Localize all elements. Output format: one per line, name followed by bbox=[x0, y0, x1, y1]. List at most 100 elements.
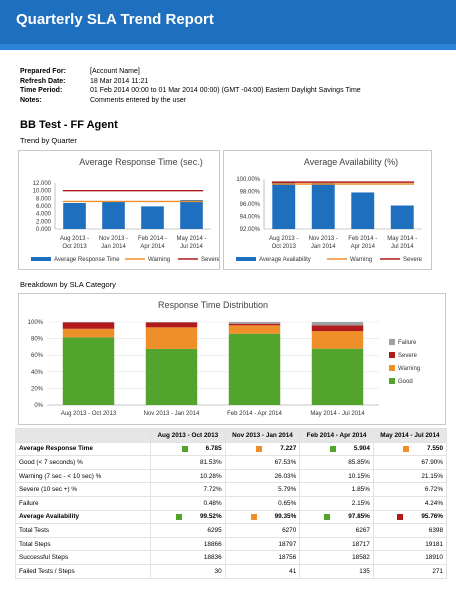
x-tick-label: Nov 2013 -Jan 2014 bbox=[99, 236, 128, 250]
meta-value: 18 Mar 2014 11:21 bbox=[90, 77, 149, 85]
row-label: Total Steps bbox=[15, 536, 151, 552]
table-cell: 6398 bbox=[372, 523, 448, 538]
status-indicator-icon bbox=[181, 445, 188, 452]
table-cell: 1.85% bbox=[299, 482, 374, 497]
x-tick-label: Nov 2013 - Jan 2014 bbox=[144, 411, 200, 417]
meta-row: Prepared For: [Account Name] bbox=[20, 67, 361, 77]
legend-label: Warning bbox=[350, 257, 372, 263]
x-tick-label: May 2014 -Jul 2014 bbox=[387, 236, 417, 250]
report-header: Quarterly SLA Trend Report bbox=[0, 0, 456, 44]
table-cell: 26.03% bbox=[224, 468, 301, 484]
table-cell: 18582 bbox=[299, 550, 374, 565]
table-cell: 0.65% bbox=[224, 495, 301, 511]
table-cell: 19181 bbox=[372, 536, 448, 552]
legend-swatch bbox=[31, 257, 51, 261]
table-cell: 18836 bbox=[150, 550, 226, 565]
status-indicator-icon bbox=[324, 513, 331, 520]
legend-swatch bbox=[389, 365, 395, 371]
cell-value: 135 bbox=[359, 567, 370, 575]
cell-value: 5.79% bbox=[278, 486, 297, 494]
row-label: Failed Tests / Steps bbox=[15, 563, 151, 579]
y-tick-label: 96.00% bbox=[240, 202, 261, 208]
cell-value: 67.53% bbox=[274, 458, 297, 466]
table-cell: 10.28% bbox=[150, 468, 226, 484]
x-tick-label: May 2014 -Jul 2014 bbox=[176, 236, 206, 250]
table-row: Successful Steps 18836 18756 18582 18910 bbox=[15, 550, 448, 565]
cell-value: 18866 bbox=[203, 540, 222, 548]
x-tick-label: Feb 2014 -Apr 2014 bbox=[138, 236, 167, 250]
cell-value: 26.03% bbox=[274, 472, 297, 480]
cell-value: 99.35% bbox=[274, 513, 297, 521]
status-indicator-icon bbox=[397, 513, 404, 520]
table-cell: 67.90% bbox=[372, 455, 448, 470]
chart-title: Average Response Time (sec.) bbox=[79, 157, 202, 167]
legend-label: Failure bbox=[398, 340, 417, 346]
table-cell: 6295 bbox=[150, 523, 226, 538]
table-cell: 5.904 bbox=[299, 441, 374, 457]
table-header-cell bbox=[15, 428, 151, 443]
legend-label: Severe bbox=[398, 353, 418, 359]
cell-value: 67.90% bbox=[421, 458, 443, 466]
meta-key: Prepared For: bbox=[20, 68, 66, 75]
table-cell: 0.48% bbox=[150, 495, 226, 511]
table-row: Warning (7 sec - < 10 sec) % 10.28% 26.03%… bbox=[15, 468, 448, 484]
legend-swatch bbox=[389, 378, 395, 384]
table-cell: 18756 bbox=[224, 550, 301, 565]
x-tick-label: Aug 2013 - Oct 2013 bbox=[61, 411, 117, 417]
y-tick-label: 92.00% bbox=[240, 227, 261, 233]
cell-value: 18582 bbox=[352, 554, 370, 562]
row-label: Failure bbox=[15, 495, 151, 511]
cell-value: 1.85% bbox=[351, 486, 370, 494]
row-label: Severe (10 sec +) % bbox=[15, 482, 151, 497]
table-cell: 81.53% bbox=[150, 455, 226, 470]
cell-value: 6295 bbox=[207, 526, 222, 534]
bar bbox=[272, 182, 296, 229]
x-tick-label: Aug 2013 -Oct 2013 bbox=[60, 236, 89, 250]
bar bbox=[390, 205, 414, 229]
cell-value: 30 bbox=[214, 567, 222, 575]
table-cell: 6270 bbox=[224, 523, 301, 538]
meta-row: Refresh Date: 18 Mar 2014 11:21 bbox=[20, 77, 361, 87]
legend-swatch bbox=[389, 339, 395, 345]
table-row: Total Tests 6295 6270 6267 6398 bbox=[15, 523, 448, 538]
table-body: Average Response Time 6.785 7.227 5.904 7.55… bbox=[15, 441, 448, 579]
meta-row: Time Period: 01 Feb 2014 00:00 to 01 Mar … bbox=[20, 86, 361, 96]
legend-label: Severe bbox=[403, 257, 423, 263]
status-indicator-icon bbox=[256, 445, 263, 452]
status-indicator-icon bbox=[403, 445, 409, 452]
table-cell: 7.550 bbox=[372, 441, 448, 457]
cell-value: 41 bbox=[289, 567, 297, 575]
availability-chart: Average Availability (%) 100.00% 98.00% 96.… bbox=[236, 157, 423, 263]
cell-value: 99.52% bbox=[199, 513, 222, 521]
cell-value: 5.904 bbox=[353, 445, 370, 453]
stacked-bar-segment bbox=[62, 322, 115, 329]
table-row: Average Response Time 6.785 7.227 5.904 7.55… bbox=[15, 441, 448, 457]
stacked-bar-segment bbox=[145, 327, 198, 349]
bar bbox=[311, 183, 335, 229]
legend-label: Severe bbox=[201, 257, 219, 263]
row-label: Successful Steps bbox=[15, 550, 151, 565]
x-tick-label: May 2014 - Jul 2014 bbox=[310, 411, 365, 417]
y-tick-label: 100% bbox=[28, 320, 44, 326]
table-cell: 135 bbox=[299, 563, 374, 579]
report-title: Quarterly SLA Trend Report bbox=[16, 11, 214, 28]
table-row: Failure 0.48% 0.65% 2.15% 4.24% bbox=[15, 495, 448, 511]
stacked-bar-segment bbox=[228, 333, 281, 405]
status-indicator-icon bbox=[329, 445, 336, 452]
y-tick-label: 94.00% bbox=[240, 215, 261, 221]
table-cell: 6267 bbox=[299, 523, 374, 538]
stacked-bar-segment bbox=[228, 322, 281, 324]
legend-swatch bbox=[389, 352, 395, 358]
table-header-row: Aug 2013 - Oct 2013 Nov 2013 - Jan 2014 … bbox=[15, 428, 448, 443]
x-tick-label: Feb 2014 - Apr 2014 bbox=[227, 411, 282, 417]
table-header-cell: May 2014 - Jul 2014 bbox=[372, 428, 448, 443]
table-cell: 18797 bbox=[224, 536, 301, 552]
row-label: Total Tests bbox=[15, 523, 151, 538]
table-cell: 5.79% bbox=[224, 482, 301, 497]
cell-value: 6398 bbox=[428, 526, 443, 534]
x-tick-label: Aug 2013 -Oct 2013 bbox=[269, 236, 298, 250]
y-tick-label: 0.000 bbox=[36, 227, 52, 233]
stacked-bar-segment bbox=[311, 331, 364, 349]
cell-value: 19181 bbox=[425, 540, 443, 548]
breakdown-label: Breakdown by SLA Category bbox=[20, 280, 116, 289]
